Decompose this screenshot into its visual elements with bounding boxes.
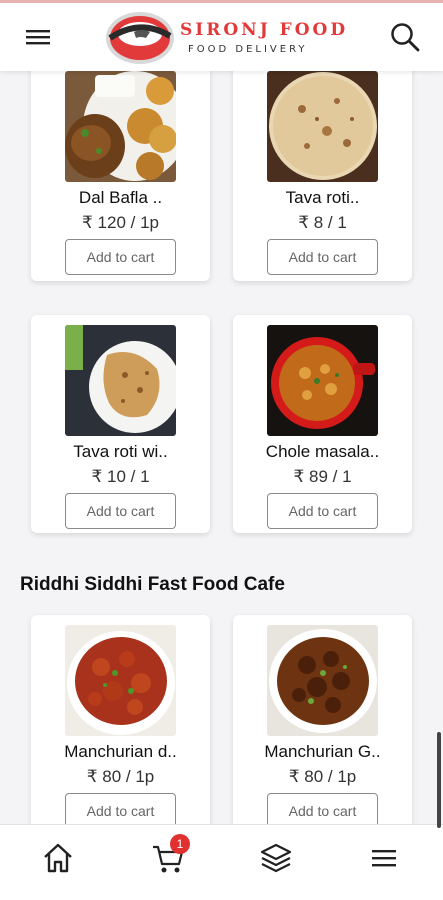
product-image-manchurian-gravy[interactable] — [267, 625, 378, 736]
add-to-cart-button[interactable]: Add to cart — [65, 793, 176, 824]
product-image-manchurian-dry[interactable] — [65, 625, 176, 736]
product-image-dal-bafla[interactable] — [65, 71, 176, 182]
product-card[interactable]: Dal Bafla .. ₹ 120 / 1p Add to cart — [31, 71, 210, 281]
product-image-chole-masala[interactable] — [267, 325, 378, 436]
cart-nav-item[interactable]: 1 — [150, 834, 190, 876]
more-menu-icon[interactable] — [366, 840, 402, 876]
brand-name: SIRONJ FOOD — [180, 20, 349, 40]
cart-badge: 1 — [170, 834, 190, 854]
add-to-cart-button[interactable]: Add to cart — [65, 239, 176, 275]
product-image-tava-roti[interactable] — [267, 71, 378, 182]
add-to-cart-button[interactable]: Add to cart — [267, 793, 378, 824]
product-price: ₹ 89 / 1 — [293, 467, 352, 486]
product-card[interactable]: Tava roti.. ₹ 8 / 1 Add to cart — [233, 71, 412, 281]
hamburger-menu-icon[interactable] — [24, 23, 52, 51]
product-name: Tava roti.. — [285, 188, 360, 207]
product-name: Dal Bafla .. — [78, 188, 163, 207]
product-name: Chole masala.. — [265, 442, 380, 461]
scrollbar[interactable] — [437, 732, 441, 828]
product-price: ₹ 80 / 1p — [288, 767, 357, 786]
product-name: Manchurian d.. — [64, 742, 177, 761]
add-to-cart-button[interactable]: Add to cart — [267, 239, 378, 275]
product-image-tava-roti-with[interactable] — [65, 325, 176, 436]
brand-tagline: FOOD DELIVERY — [188, 44, 308, 55]
brand-logo[interactable]: SIRONJ FOOD FOOD DELIVERY — [104, 8, 345, 66]
product-card[interactable]: Tava roti wi.. ₹ 10 / 1 Add to cart — [31, 315, 210, 533]
plate-icon — [106, 12, 174, 64]
product-card[interactable]: Manchurian d.. ₹ 80 / 1p Add to cart — [31, 615, 210, 824]
product-card[interactable]: Manchurian G.. ₹ 80 / 1p Add to cart — [233, 615, 412, 824]
search-icon[interactable] — [389, 21, 421, 53]
product-name: Tava roti wi.. — [73, 442, 168, 461]
product-price: ₹ 8 / 1 — [298, 213, 347, 232]
app-header: SIRONJ FOOD FOOD DELIVERY — [0, 3, 443, 71]
home-icon[interactable] — [40, 840, 76, 876]
product-price: ₹ 120 / 1p — [82, 213, 159, 232]
product-card[interactable]: Chole masala.. ₹ 89 / 1 Add to cart — [233, 315, 412, 533]
bottom-navigation: 1 — [0, 824, 443, 900]
add-to-cart-button[interactable]: Add to cart — [267, 493, 378, 529]
product-list[interactable]: Dal Bafla .. ₹ 120 / 1p Add to cart Tava… — [0, 71, 443, 824]
add-to-cart-button[interactable]: Add to cart — [65, 493, 176, 529]
product-name: Manchurian G.. — [264, 742, 381, 761]
restaurant-section-title: Riddhi Siddhi Fast Food Cafe — [20, 574, 285, 595]
product-price: ₹ 80 / 1p — [86, 767, 155, 786]
layers-icon[interactable] — [258, 840, 294, 876]
product-price: ₹ 10 / 1 — [91, 467, 150, 486]
